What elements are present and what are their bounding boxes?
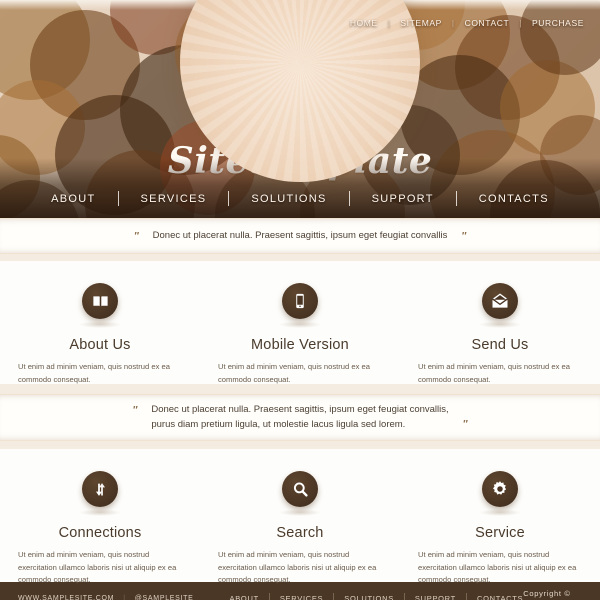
top-nav-separator: | bbox=[451, 18, 455, 28]
feature-card-send-us[interactable]: Send Us Ut enim ad minim veniam, quis no… bbox=[400, 283, 600, 384]
footer-copyright: Copyright © 2013 bbox=[523, 589, 571, 600]
nav-item-support[interactable]: SUPPORT bbox=[350, 193, 456, 205]
icon-drop-shadow bbox=[79, 321, 121, 328]
quote-close-mark: ″ bbox=[462, 419, 468, 430]
top-link-contact[interactable]: CONTACT bbox=[463, 18, 512, 28]
features-row-1: About Us Ut enim ad minim veniam, quis n… bbox=[0, 261, 600, 384]
tagline-text-2-line-2: purus diam pretium ligula, ut molestie l… bbox=[151, 418, 406, 430]
top-link-sitemap[interactable]: SITEMAP bbox=[398, 18, 444, 28]
quote-close-mark: ″ bbox=[461, 230, 467, 242]
quote-open-mark: ″ bbox=[133, 230, 139, 242]
footer-nav-divider bbox=[333, 593, 335, 600]
main-navigation: ABOUT SERVICES SOLUTIONS SUPPORT CONTACT… bbox=[0, 191, 600, 206]
tagline-text-1: Donec ut placerat nulla. Praesent sagitt… bbox=[152, 229, 448, 241]
feature-title: Connections bbox=[58, 525, 142, 541]
features-row-2: Connections Ut enim ad minim veniam, qui… bbox=[0, 449, 600, 584]
section-gap-3 bbox=[0, 441, 600, 449]
icon-drop-shadow bbox=[279, 509, 321, 516]
footer-separator: | bbox=[123, 594, 126, 600]
icon-drop-shadow bbox=[479, 509, 521, 516]
top-nav-separator: | bbox=[387, 18, 391, 28]
nav-item-about[interactable]: ABOUT bbox=[29, 193, 117, 205]
tagline-text-2: Donec ut placerat nulla. Praesent sagitt… bbox=[141, 403, 458, 432]
transfer-arrows-icon bbox=[82, 471, 118, 507]
footer-nav-divider bbox=[403, 593, 405, 600]
footer-nav-divider bbox=[268, 593, 270, 600]
feature-body: Ut enim ad minim veniam, quis nostrud ex… bbox=[18, 550, 177, 585]
tagline-band-2: ″ Donec ut placerat nulla. Praesent sagi… bbox=[0, 394, 600, 441]
feature-card-service[interactable]: Service Ut enim ad minim veniam, quis no… bbox=[400, 471, 600, 584]
feature-body: Ut enim ad minim veniam, quis nostrud ex… bbox=[418, 362, 570, 384]
top-link-purchase[interactable]: PURCHASE bbox=[530, 18, 586, 28]
tagline-text-2-line-1: Donec ut placerat nulla. Praesent sagitt… bbox=[151, 403, 449, 415]
feature-body: Ut enim ad minim veniam, quis nostrud ex… bbox=[418, 550, 577, 585]
envelope-icon bbox=[482, 283, 518, 319]
footer-nav-about[interactable]: ABOUT bbox=[230, 594, 259, 600]
mobile-phone-icon bbox=[282, 283, 318, 319]
nav-item-contacts[interactable]: CONTACTS bbox=[457, 193, 571, 205]
feature-title: About Us bbox=[69, 337, 131, 353]
icon-drop-shadow bbox=[279, 321, 321, 328]
top-nav-separator: | bbox=[519, 18, 522, 28]
feature-title: Service bbox=[475, 525, 525, 541]
page-root: Sitetemplate HOME | SITEMAP | CONTACT | … bbox=[0, 0, 600, 600]
footer-nav-services[interactable]: SERVICES bbox=[280, 594, 323, 600]
footer-website-link[interactable]: WWW.SAMPLESITE.COM bbox=[18, 595, 114, 600]
nav-item-solutions[interactable]: SOLUTIONS bbox=[229, 193, 348, 205]
feature-card-connections[interactable]: Connections Ut enim ad minim veniam, qui… bbox=[0, 471, 200, 584]
footer-nav-contacts[interactable]: CONTACTS bbox=[477, 594, 523, 600]
feature-card-search[interactable]: Search Ut enim ad minim veniam, quis nos… bbox=[200, 471, 400, 584]
tagline-band-1: ″ Donec ut placerat nulla. Praesent sagi… bbox=[0, 218, 600, 254]
feature-body: Ut enim ad minim veniam, quis nostrud ex… bbox=[18, 362, 170, 384]
feature-card-about-us[interactable]: About Us Ut enim ad minim veniam, quis n… bbox=[0, 283, 200, 384]
footer-nav-solutions[interactable]: SOLUTIONS bbox=[344, 594, 394, 600]
magnifier-icon bbox=[282, 471, 318, 507]
footer-social-handle[interactable]: @SAMPLESITE bbox=[135, 595, 194, 600]
footer-contact-group: WWW.SAMPLESITE.COM | @SAMPLESITE bbox=[18, 595, 194, 600]
gear-icon bbox=[482, 471, 518, 507]
feature-title: Mobile Version bbox=[251, 337, 349, 353]
feature-body: Ut enim ad minim veniam, quis nostrud ex… bbox=[218, 362, 370, 384]
feature-title: Send Us bbox=[471, 337, 529, 353]
footer-navigation: ABOUT SERVICES SOLUTIONS SUPPORT CONTACT… bbox=[230, 593, 524, 600]
feature-card-mobile-version[interactable]: Mobile Version Ut enim ad minim veniam, … bbox=[200, 283, 400, 384]
icon-drop-shadow bbox=[479, 321, 521, 328]
top-utility-nav: HOME | SITEMAP | CONTACT | PURCHASE bbox=[348, 18, 586, 28]
footer-nav-divider bbox=[465, 593, 467, 600]
top-link-home[interactable]: HOME bbox=[348, 18, 380, 28]
feature-title: Search bbox=[276, 525, 324, 541]
quote-open-mark: ″ bbox=[132, 405, 138, 416]
section-gap-1 bbox=[0, 254, 600, 261]
site-header: Sitetemplate HOME | SITEMAP | CONTACT | … bbox=[0, 0, 600, 218]
footer-nav-support[interactable]: SUPPORT bbox=[415, 594, 456, 600]
book-icon bbox=[82, 283, 118, 319]
icon-drop-shadow bbox=[79, 509, 121, 516]
nav-item-services[interactable]: SERVICES bbox=[119, 193, 229, 205]
feature-body: Ut enim ad minim veniam, quis nostrud ex… bbox=[218, 550, 377, 585]
